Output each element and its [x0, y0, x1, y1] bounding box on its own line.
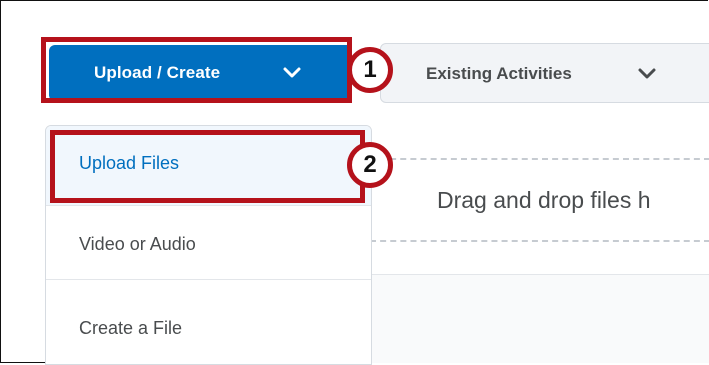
- menu-item-create-a-file[interactable]: Create a File: [46, 292, 371, 364]
- menu-item-label: Video or Audio: [79, 234, 196, 254]
- highlight-box-upload-create: [41, 37, 352, 103]
- highlight-box-upload-files: [50, 130, 365, 203]
- chevron-down-icon: [638, 68, 656, 79]
- existing-activities-button[interactable]: Existing Activities: [380, 43, 709, 103]
- callout-step-1: 1: [347, 47, 393, 93]
- dropzone-border-top: [380, 158, 709, 160]
- dropzone-border-bottom: [370, 240, 709, 242]
- menu-item-video-or-audio[interactable]: Video or Audio: [46, 212, 371, 280]
- dropzone-text: Drag and drop files h: [437, 187, 651, 213]
- existing-activities-label: Existing Activities: [426, 64, 572, 83]
- menu-item-label: Create a File: [79, 318, 183, 338]
- callout-step-2: 2: [347, 142, 393, 188]
- content-area: [370, 275, 709, 363]
